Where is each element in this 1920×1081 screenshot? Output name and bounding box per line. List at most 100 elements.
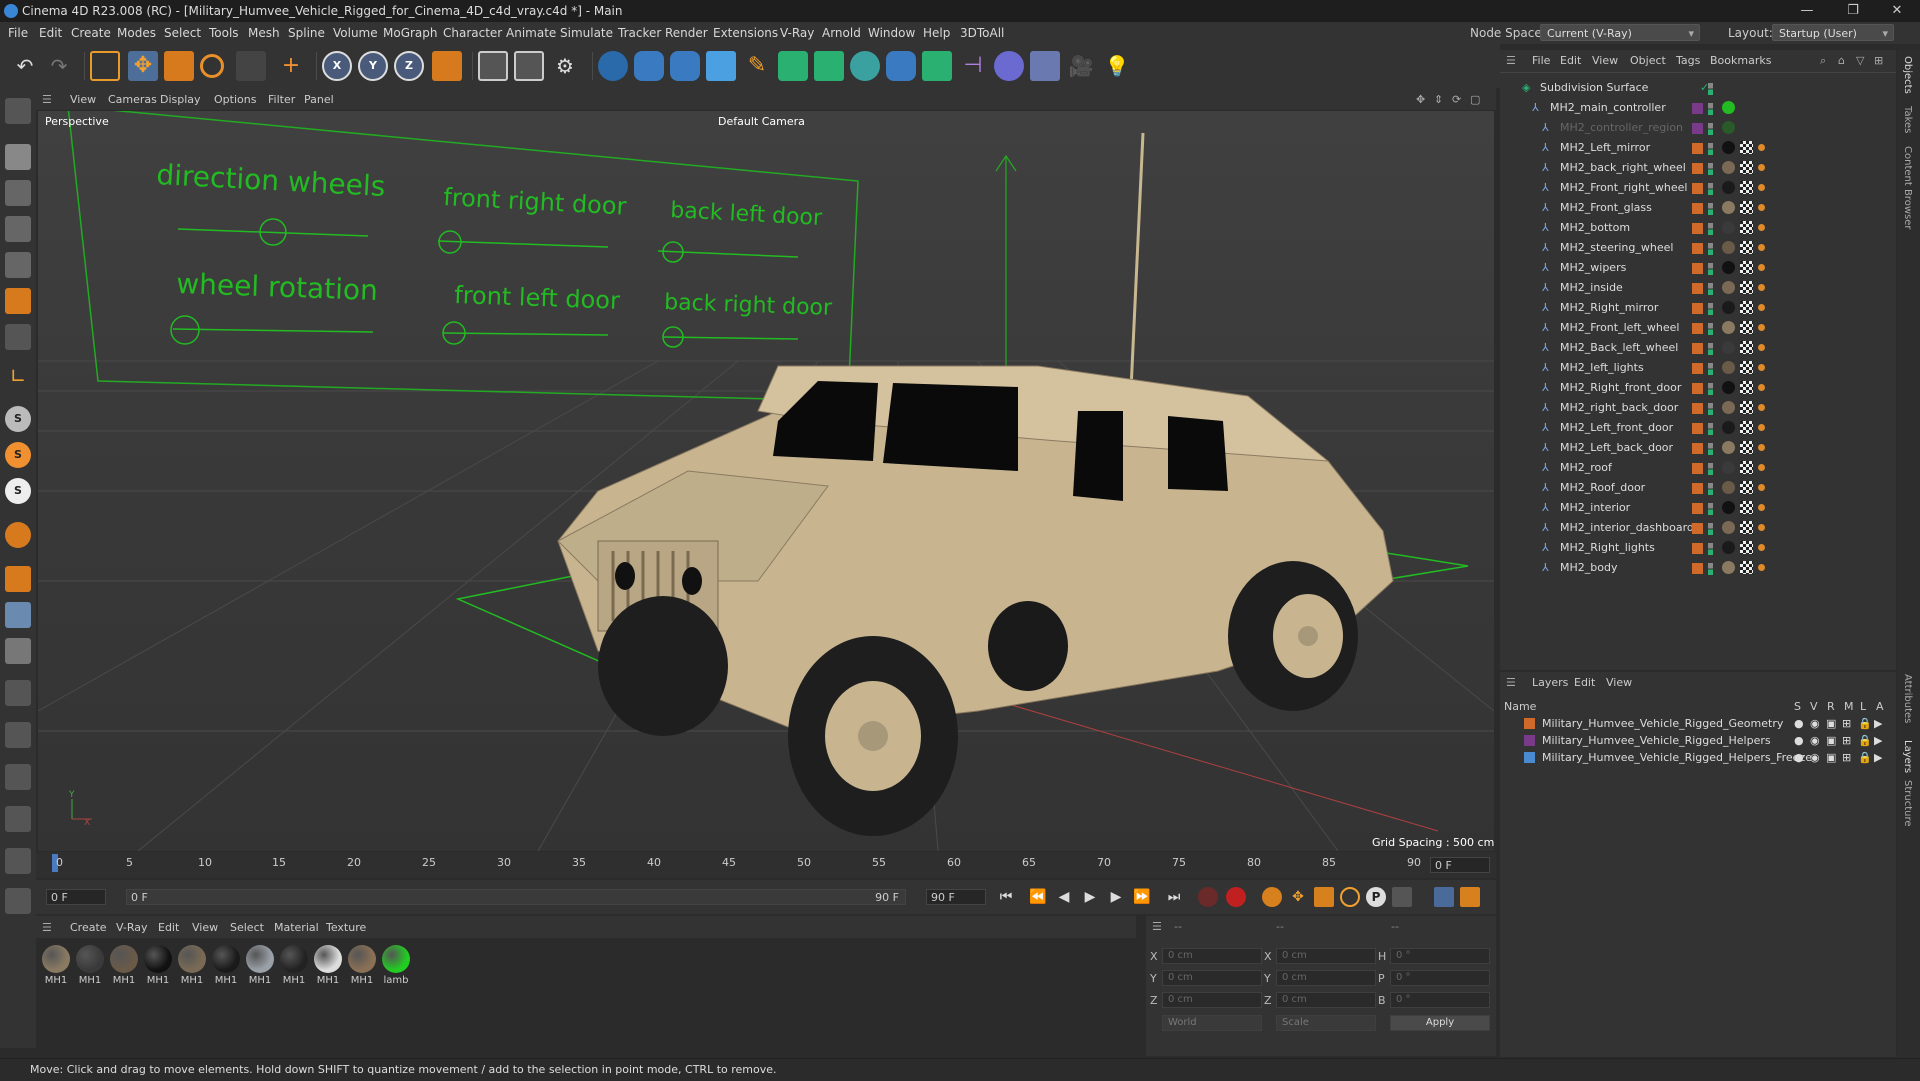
z-position-field[interactable]: 0 cm: [1162, 992, 1262, 1008]
vp-rotate-icon[interactable]: ⟳: [1452, 93, 1461, 106]
material-tag-icon[interactable]: [1722, 181, 1735, 194]
menu-mograph[interactable]: MoGraph: [383, 26, 438, 40]
pen-icon[interactable]: ✎: [742, 51, 772, 81]
constraint-tag-icon[interactable]: [1758, 264, 1765, 271]
mat-menu-material[interactable]: Material: [274, 921, 319, 934]
visibility-toggle[interactable]: [1708, 503, 1713, 515]
solo-icon[interactable]: ●: [1794, 734, 1804, 747]
visibility-toggle[interactable]: [1708, 123, 1713, 135]
om-menu-file[interactable]: File: [1532, 54, 1550, 67]
enabled-check-icon[interactable]: ✓: [1700, 81, 1709, 94]
visibility-toggle[interactable]: [1708, 163, 1713, 175]
apply-button[interactable]: Apply: [1390, 1015, 1490, 1031]
menu-create[interactable]: Create: [71, 26, 111, 40]
object-row[interactable]: ⅄ MH2_Roof_door: [1500, 478, 1896, 498]
menu-help[interactable]: Help: [923, 26, 950, 40]
menu-render[interactable]: Render: [665, 26, 708, 40]
menu-tools[interactable]: Tools: [209, 26, 239, 40]
visibility-toggle[interactable]: [1708, 523, 1713, 535]
render-view-icon[interactable]: [478, 51, 508, 81]
uvw-tag-icon[interactable]: [1740, 441, 1753, 454]
menu-extensions[interactable]: Extensions: [713, 26, 778, 40]
constraint-tag-icon[interactable]: [1758, 304, 1765, 311]
side-tab-content-browser[interactable]: Content Browser: [1902, 146, 1913, 229]
make-editable-icon[interactable]: [5, 98, 31, 124]
layer-color-swatch[interactable]: [1692, 403, 1703, 414]
manager-icon[interactable]: ⊞: [1842, 717, 1851, 730]
snap-quantize-icon[interactable]: S: [5, 478, 31, 504]
side-tab-structure[interactable]: Structure: [1902, 780, 1913, 827]
solo-icon[interactable]: ●: [1794, 751, 1804, 764]
h-rotation-field[interactable]: 0 °: [1390, 948, 1490, 964]
mat-menu-edit[interactable]: Edit: [158, 921, 179, 934]
material-tag-icon[interactable]: [1722, 401, 1735, 414]
material-swatch[interactable]: [76, 945, 104, 973]
object-row[interactable]: ⅄ MH2_main_controller: [1500, 98, 1896, 118]
size-mode-dropdown[interactable]: Scale: [1276, 1015, 1376, 1031]
object-row[interactable]: ⅄ MH2_Right_lights: [1500, 538, 1896, 558]
y-position-field[interactable]: 0 cm: [1162, 970, 1262, 986]
visibility-toggle[interactable]: [1708, 543, 1713, 555]
animation-icon[interactable]: ▶: [1874, 751, 1882, 764]
constraint-tag-icon[interactable]: [1758, 204, 1765, 211]
object-row[interactable]: ⅄ MH2_Front_glass: [1500, 198, 1896, 218]
material-tag-icon[interactable]: [1722, 301, 1735, 314]
coord-hamburger-icon[interactable]: ☰: [1152, 920, 1162, 933]
key-position-icon[interactable]: [1262, 887, 1282, 907]
layer-color-swatch[interactable]: [1692, 223, 1703, 234]
uvw-tag-icon[interactable]: [1740, 541, 1753, 554]
lm-hamburger-icon[interactable]: ☰: [1506, 676, 1516, 689]
render-icon[interactable]: ▣: [1826, 717, 1836, 730]
dope-sheet-icon[interactable]: [1460, 887, 1480, 907]
layer-color-swatch[interactable]: [1692, 443, 1703, 454]
layer-color-swatch[interactable]: [1692, 563, 1703, 574]
layout-dropdown[interactable]: Startup (User): [1772, 24, 1894, 42]
menu-volume[interactable]: Volume: [333, 26, 378, 40]
menu-vray[interactable]: V-Ray: [780, 26, 814, 40]
object-row[interactable]: ⅄ MH2_left_lights: [1500, 358, 1896, 378]
smooth-icon[interactable]: [5, 764, 31, 790]
layer-color-swatch[interactable]: [1692, 323, 1703, 334]
layer-color-swatch[interactable]: [1692, 143, 1703, 154]
prev-frame-icon[interactable]: ◀: [1054, 887, 1074, 907]
field-icon[interactable]: [994, 51, 1024, 81]
object-row[interactable]: ⅄ MH2_Front_left_wheel: [1500, 318, 1896, 338]
object-row[interactable]: ⅄ MH2_Left_front_door: [1500, 418, 1896, 438]
menu-modes[interactable]: Modes: [117, 26, 156, 40]
uvw-tag-icon[interactable]: [1740, 521, 1753, 534]
material-tag-icon[interactable]: [1722, 441, 1735, 454]
subdivision-icon[interactable]: [778, 51, 808, 81]
object-row[interactable]: ⅄ MH2_Front_right_wheel: [1500, 178, 1896, 198]
layer-color-swatch[interactable]: [1692, 363, 1703, 374]
vray-icon[interactable]: [598, 51, 628, 81]
next-key-icon[interactable]: ⏩: [1132, 887, 1152, 907]
layer-color-swatch[interactable]: [1692, 423, 1703, 434]
visibility-toggle[interactable]: [1708, 263, 1713, 275]
layer-color-swatch[interactable]: [1692, 203, 1703, 214]
layer-color-swatch[interactable]: [1692, 163, 1703, 174]
layer-color-swatch[interactable]: [1524, 718, 1535, 729]
layer-row[interactable]: Military_Humvee_Vehicle_Rigged_Helpers_F…: [1500, 749, 1896, 766]
om-search-icon[interactable]: ⌕: [1820, 54, 1826, 68]
transform-icon[interactable]: +: [276, 51, 306, 81]
material-tag-icon[interactable]: [1722, 121, 1735, 134]
uvw-tag-icon[interactable]: [1740, 141, 1753, 154]
vp-menu-panel[interactable]: Panel: [304, 93, 334, 106]
coordinate-system-icon[interactable]: [432, 51, 462, 81]
material-tag-icon[interactable]: [1722, 101, 1735, 114]
layer-color-swatch[interactable]: [1692, 383, 1703, 394]
x-position-field[interactable]: 0 cm: [1162, 948, 1262, 964]
constraint-tag-icon[interactable]: [1758, 384, 1765, 391]
object-row[interactable]: ⅄ MH2_Right_mirror: [1500, 298, 1896, 318]
rotate-icon[interactable]: [200, 54, 224, 78]
side-tab-attributes[interactable]: Attributes: [1902, 674, 1913, 723]
minimize-icon[interactable]: —: [1784, 0, 1830, 22]
layer-color-swatch[interactable]: [1692, 243, 1703, 254]
layer-color-swatch[interactable]: [1692, 103, 1703, 114]
mat-menu-texture[interactable]: Texture: [326, 921, 366, 934]
deformer-icon[interactable]: ⊣: [958, 51, 988, 81]
python-script-icon[interactable]: [634, 51, 664, 81]
lm-menu-edit[interactable]: Edit: [1574, 676, 1595, 689]
visibility-toggle[interactable]: [1708, 423, 1713, 435]
hamburger-icon[interactable]: ☰: [42, 93, 52, 106]
